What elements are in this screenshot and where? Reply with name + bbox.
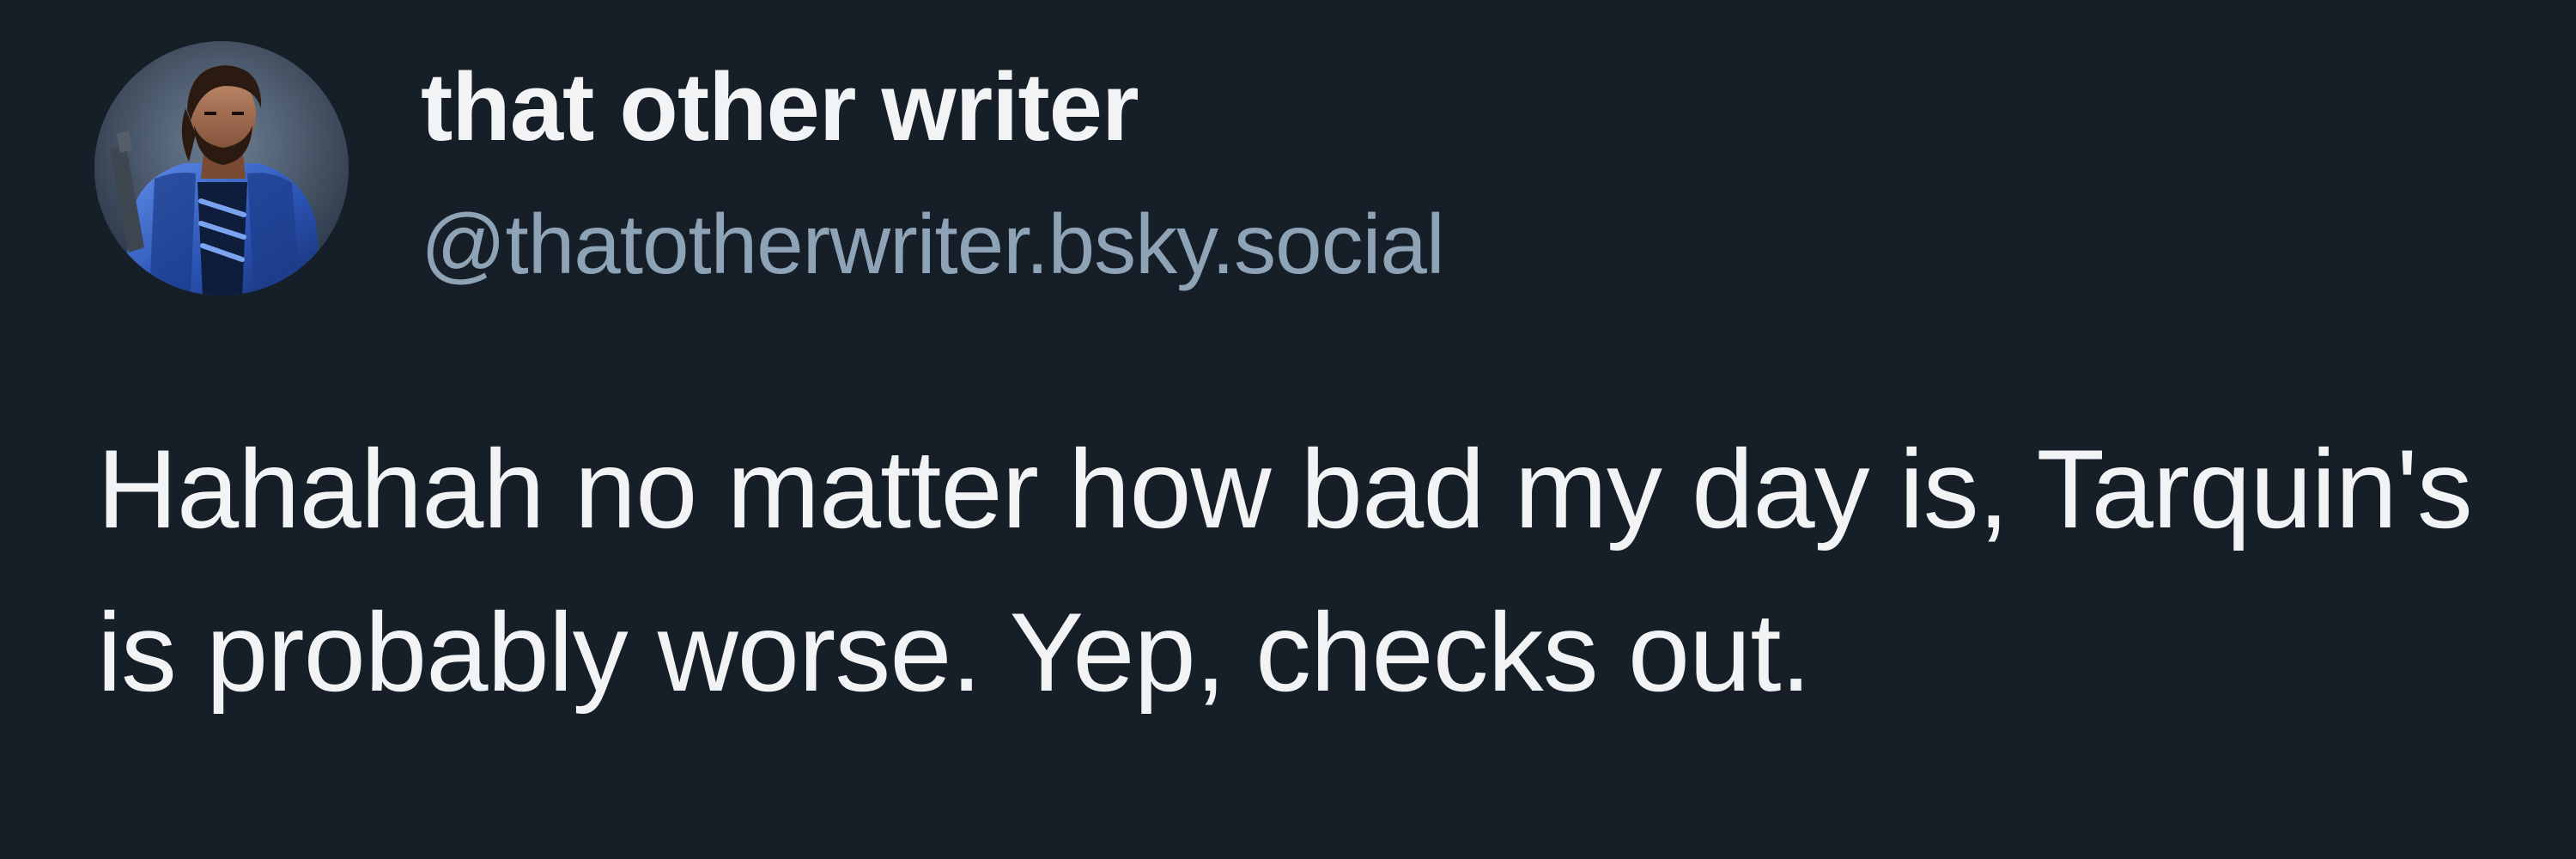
armored-warrior-avatar-icon	[94, 41, 349, 295]
author-display-name[interactable]: that other writer	[421, 47, 1139, 168]
post-text: Hahahah no matter how bad my day is, Tar…	[97, 426, 2473, 715]
author-avatar[interactable]	[94, 41, 349, 295]
post-card: that other writer @thatotherwriter.bsky.…	[0, 0, 2576, 859]
author-handle[interactable]: @thatotherwriter.bsky.social	[421, 184, 1445, 304]
